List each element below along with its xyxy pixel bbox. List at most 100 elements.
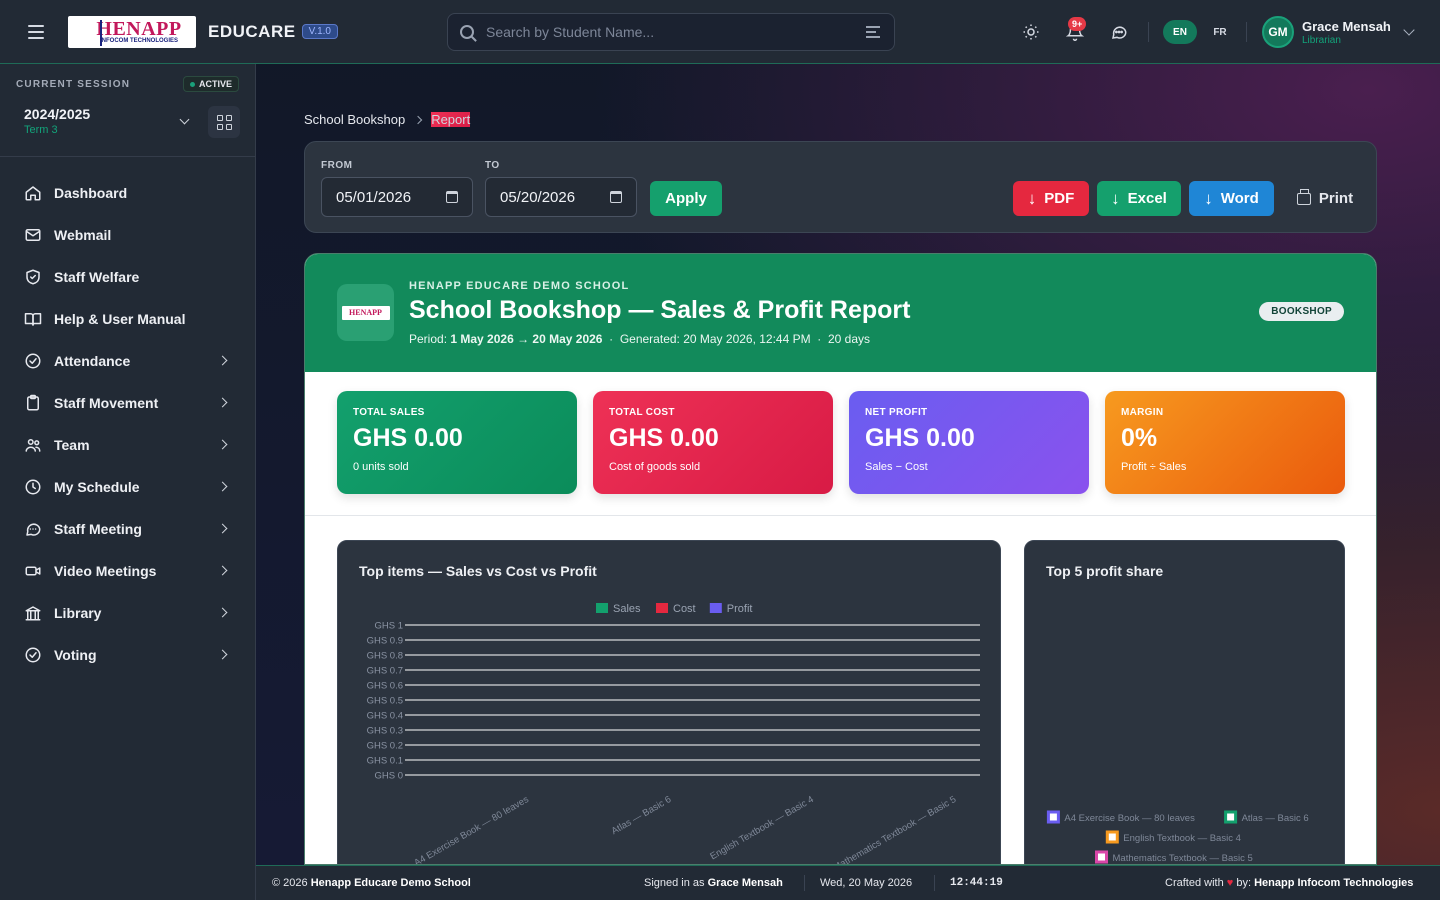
sidebar-item-staff-movement[interactable]: Staff Movement bbox=[0, 382, 256, 424]
footer-school: Henapp Educare Demo School bbox=[310, 877, 471, 889]
report-tag: BOOKSHOP bbox=[1259, 302, 1344, 321]
legend-swatch[interactable] bbox=[1046, 810, 1060, 824]
from-date-input[interactable]: 05/01/2026 bbox=[321, 177, 473, 217]
sidebar-item-label: Help & User Manual bbox=[54, 311, 186, 327]
theme-toggle-icon[interactable] bbox=[1021, 22, 1041, 42]
legend-label[interactable]: Cost bbox=[673, 603, 696, 615]
menu-toggle-icon[interactable] bbox=[28, 20, 52, 44]
top-bar: HENAPP INFOCOM TECHNOLOGIES EDUCARE V.1.… bbox=[0, 0, 1440, 64]
sidebar-item-staff-welfare[interactable]: Staff Welfare bbox=[0, 256, 256, 298]
chevron-right-icon bbox=[217, 439, 228, 450]
chevron-right-icon bbox=[217, 355, 228, 366]
report-filters: FROM 05/01/2026 TO 05/20/2026 Apply ↓ PDF… bbox=[304, 141, 1377, 233]
divider bbox=[804, 875, 805, 891]
legend-label[interactable]: English Textbook — Basic 4 bbox=[1123, 833, 1241, 844]
session-year: 2024/2025 bbox=[24, 106, 91, 122]
y-tick-label: GHS 0 bbox=[374, 771, 403, 782]
divider bbox=[305, 515, 1376, 516]
stat-card-total-sales: TOTAL SALES GHS 0.00 0 units sold bbox=[337, 391, 577, 494]
legend-swatch[interactable] bbox=[656, 603, 668, 613]
filter-icon[interactable] bbox=[866, 26, 880, 38]
legend-label[interactable]: Atlas — Basic 6 bbox=[1242, 813, 1309, 824]
crafted-text: Crafted with bbox=[1165, 877, 1224, 889]
footer-date: Wed, 20 May 2026 bbox=[820, 877, 913, 889]
app-logo[interactable]: HENAPP INFOCOM TECHNOLOGIES bbox=[68, 15, 196, 48]
export-excel-button[interactable]: ↓ Excel bbox=[1097, 181, 1181, 216]
session-term: Term 3 bbox=[24, 124, 58, 136]
user-menu[interactable]: GM Grace Mensah Librarian bbox=[1262, 16, 1415, 48]
pie-chart: A4 Exercise Book — 80 leaves Atlas — Basi… bbox=[1046, 810, 1309, 864]
by-text: by: bbox=[1236, 877, 1252, 889]
status-text: ACTIVE bbox=[199, 79, 233, 89]
clipboard-icon bbox=[24, 394, 42, 412]
chat-icon bbox=[24, 520, 42, 538]
sidebar-item-my-schedule[interactable]: My Schedule bbox=[0, 466, 256, 508]
legend-label[interactable]: Sales bbox=[613, 603, 641, 615]
legend-label[interactable]: Profit bbox=[727, 603, 753, 615]
calendar-icon[interactable] bbox=[446, 191, 458, 203]
stat-sub: Sales − Cost bbox=[865, 461, 928, 473]
messages-icon[interactable] bbox=[1109, 22, 1129, 42]
print-button[interactable]: Print bbox=[1283, 181, 1367, 216]
clock-icon bbox=[24, 478, 42, 496]
stat-sub: Cost of goods sold bbox=[609, 461, 701, 473]
users-icon bbox=[24, 436, 42, 454]
export-pdf-button[interactable]: ↓ PDF bbox=[1013, 181, 1089, 216]
sidebar-item-label: My Schedule bbox=[54, 479, 140, 495]
school-name: HENAPP EDUCARE DEMO SCHOOL bbox=[409, 280, 630, 292]
sidebar-item-label: Dashboard bbox=[54, 185, 128, 201]
home-icon bbox=[24, 184, 42, 202]
calendar-icon[interactable] bbox=[610, 191, 622, 203]
export-word-button[interactable]: ↓ Word bbox=[1189, 181, 1274, 216]
sidebar-item-staff-meeting[interactable]: Staff Meeting bbox=[0, 508, 256, 550]
y-tick-label: GHS 0.3 bbox=[367, 726, 403, 737]
chevron-right-icon bbox=[217, 565, 228, 576]
stat-card-margin: MARGIN 0% Profit ÷ Sales bbox=[1105, 391, 1345, 494]
heart-icon: ♥ bbox=[1226, 877, 1234, 889]
legend-swatch[interactable] bbox=[1105, 830, 1119, 844]
stat-value: GHS 0.00 bbox=[865, 424, 975, 452]
session-selector[interactable]: 2024/2025 Term 3 bbox=[16, 102, 200, 142]
footer-copyright: © 2026 Henapp Educare Demo School bbox=[272, 877, 471, 889]
to-date-input[interactable]: 05/20/2026 bbox=[485, 177, 637, 217]
sidebar-item-dashboard[interactable]: Dashboard bbox=[0, 172, 256, 214]
legend-label[interactable]: A4 Exercise Book — 80 leaves bbox=[1064, 813, 1195, 824]
pie-chart-panel: Top 5 profit share A4 Exercise Book — 80… bbox=[1024, 540, 1345, 864]
lang-fr-button[interactable]: FR bbox=[1203, 20, 1237, 44]
download-icon: ↓ bbox=[1204, 188, 1213, 208]
sidebar-item-voting[interactable]: Voting bbox=[0, 634, 256, 676]
apply-button[interactable]: Apply bbox=[650, 181, 722, 216]
legend-swatch[interactable] bbox=[596, 603, 608, 613]
legend-swatch[interactable] bbox=[709, 603, 722, 613]
footer: © 2026 Henapp Educare Demo School Signed… bbox=[256, 865, 1440, 900]
y-tick-label: GHS 1 bbox=[374, 621, 403, 632]
user-role: Librarian bbox=[1302, 34, 1341, 46]
notification-badge: 9+ bbox=[1068, 17, 1087, 31]
apps-grid-button[interactable] bbox=[208, 106, 240, 138]
sidebar-item-label: Staff Movement bbox=[54, 395, 159, 411]
sidebar-item-label: Webmail bbox=[54, 227, 112, 243]
sidebar-item-attendance[interactable]: Attendance bbox=[0, 340, 256, 382]
sidebar-item-team[interactable]: Team bbox=[0, 424, 256, 466]
version-badge: V.1.0 bbox=[301, 24, 338, 39]
sidebar-item-library[interactable]: Library bbox=[0, 592, 256, 634]
sidebar-item-label: Staff Meeting bbox=[54, 521, 142, 537]
library-icon bbox=[24, 604, 42, 622]
divider bbox=[934, 875, 935, 891]
search-input[interactable] bbox=[486, 24, 866, 40]
sidebar-item-label: Video Meetings bbox=[54, 563, 157, 579]
legend-swatch[interactable] bbox=[1095, 850, 1108, 864]
session-label: CURRENT SESSION bbox=[16, 79, 131, 90]
sidebar-item-help-user-manual[interactable]: Help & User Manual bbox=[0, 298, 256, 340]
stat-cards: TOTAL SALES GHS 0.00 0 units sold TOTAL … bbox=[337, 391, 1345, 495]
divider bbox=[0, 156, 256, 157]
word-label: Word bbox=[1220, 190, 1259, 207]
legend-swatch[interactable] bbox=[1224, 810, 1238, 824]
sidebar-item-video-meetings[interactable]: Video Meetings bbox=[0, 550, 256, 592]
sidebar-item-webmail[interactable]: Webmail bbox=[0, 214, 256, 256]
breadcrumb-link[interactable]: School Bookshop bbox=[304, 112, 405, 127]
stat-value: GHS 0.00 bbox=[609, 424, 719, 452]
lang-en-button[interactable]: EN bbox=[1163, 20, 1197, 44]
footer-credit: Crafted with ♥ by: Henapp Infocom Techno… bbox=[1165, 877, 1413, 889]
legend-label[interactable]: Mathematics Textbook — Basic 5 bbox=[1113, 853, 1253, 864]
